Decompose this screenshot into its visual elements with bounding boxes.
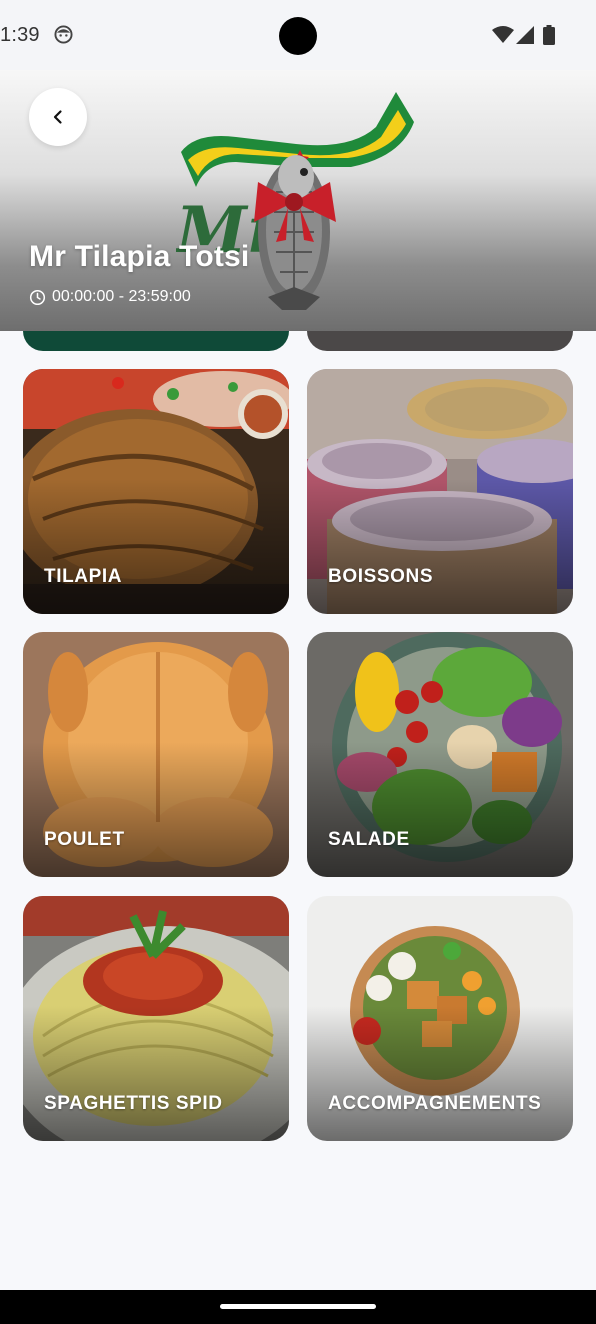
- back-button[interactable]: [29, 88, 87, 146]
- battery-icon: [543, 25, 555, 45]
- category-card-tilapia[interactable]: TILAPIA: [23, 369, 289, 614]
- category-card-spaghettis[interactable]: SPAGHETTIS SPID: [23, 896, 289, 1141]
- opening-hours-text: 00:00:00 - 23:59:00: [52, 288, 191, 305]
- category-label: POULET: [44, 829, 125, 850]
- category-label: SALADE: [328, 829, 410, 850]
- opening-hours: 00:00:00 - 23:59:00: [29, 288, 191, 306]
- clock-icon: [29, 289, 46, 305]
- signal-icon: [516, 26, 534, 44]
- wifi-icon: [492, 26, 514, 43]
- camera-cutout: [279, 17, 317, 55]
- category-label: SPAGHETTIS SPID: [44, 1093, 223, 1114]
- category-label: BOISSONS: [328, 566, 434, 587]
- category-label: ACCOMPAGNEMENTS: [328, 1093, 542, 1114]
- home-handle[interactable]: [220, 1304, 376, 1309]
- category-card-poulet[interactable]: POULET: [23, 632, 289, 877]
- category-card-salade[interactable]: SALADE: [307, 632, 573, 877]
- gesture-nav-bar: [0, 1290, 596, 1324]
- category-card-accompagnements[interactable]: ACCOMPAGNEMENTS: [307, 896, 573, 1141]
- face-icon: [54, 25, 73, 44]
- chevron-left-icon: [53, 110, 62, 124]
- status-time: 1:39: [0, 24, 40, 46]
- status-bar: 1:39: [0, 0, 596, 70]
- category-label: TILAPIA: [44, 566, 123, 587]
- category-card-boissons[interactable]: BOISSONS: [307, 369, 573, 614]
- restaurant-logo: Mr: [176, 92, 414, 310]
- restaurant-header: Mr Mr Tilapia Totsi 00:00:00 - 23:59:00: [0, 70, 596, 331]
- restaurant-name: Mr Tilapia Totsi: [29, 240, 250, 273]
